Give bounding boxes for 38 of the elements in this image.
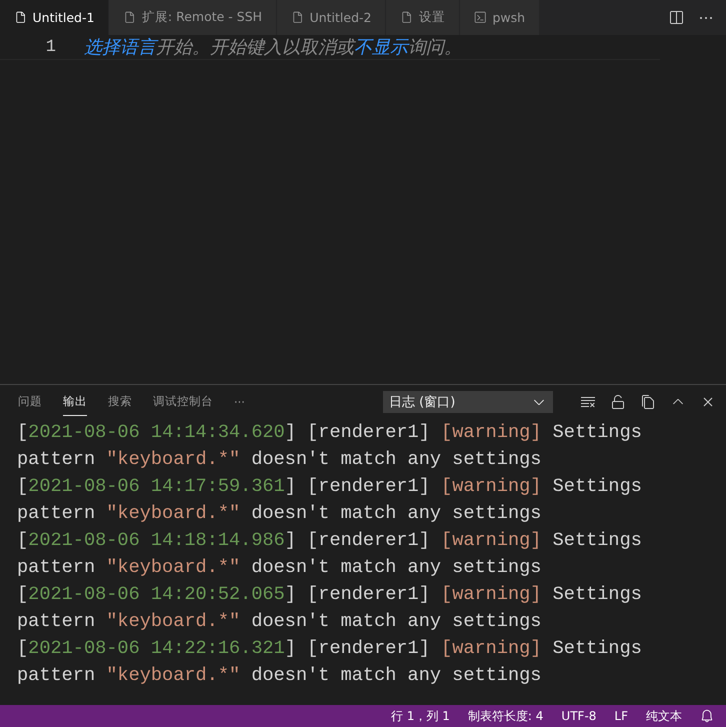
status-item[interactable]: UTF-8 <box>561 709 596 723</box>
open-log-icon[interactable] <box>640 394 656 410</box>
panel-tab[interactable]: 问题 <box>18 388 42 416</box>
log-line: pattern "keyboard.*" doesn't match any settings <box>17 610 542 634</box>
status-item[interactable]: 纯文本 <box>646 708 682 724</box>
file-icon <box>291 11 304 24</box>
log-line: pattern "keyboard.*" doesn't match any settings <box>17 502 542 526</box>
log-line: [2021-08-06 14:20:52.065] [renderer1] [warning] Settings <box>17 583 643 607</box>
channel-dropdown[interactable]: 日志 (窗口) <box>383 391 553 413</box>
log-line: pattern "keyboard.*" doesn't match any settings <box>17 664 542 688</box>
panel-tab[interactable]: 输出 <box>63 388 87 416</box>
line-number: 1 <box>44 38 57 56</box>
editor-tab[interactable]: 扩展: Remote - SSH <box>109 0 278 35</box>
log-line: [2021-08-06 14:18:14.986] [renderer1] [warning] Settings <box>17 529 643 553</box>
log-line: [2021-08-06 14:14:34.620] [renderer1] [warning] Settings <box>17 421 643 445</box>
clear-output-icon[interactable] <box>580 394 596 410</box>
file-icon <box>123 11 136 24</box>
lock-icon[interactable] <box>610 394 626 410</box>
status-item[interactable]: 行 1，列 1 <box>391 708 450 724</box>
status-item[interactable]: LF <box>614 709 628 723</box>
more-tabs-button[interactable]: ··· <box>234 388 245 416</box>
editor-tab[interactable]: Untitled-1 <box>0 0 110 35</box>
panel-tab[interactable]: 调试控制台 <box>153 388 213 416</box>
terminal-icon <box>474 11 486 24</box>
editor-tab[interactable]: 设置 <box>386 0 460 35</box>
status-item[interactable]: 制表符长度: 4 <box>468 708 544 724</box>
panel-tab[interactable]: 搜索 <box>108 388 132 416</box>
split-editor-icon[interactable] <box>668 10 684 26</box>
file-icon <box>14 11 26 24</box>
log-line: pattern "keyboard.*" doesn't match any settings <box>17 448 542 472</box>
log-line: [2021-08-06 14:17:59.361] [renderer1] [warning] Settings <box>17 475 643 499</box>
log-line: pattern "keyboard.*" doesn't match any settings <box>17 556 542 580</box>
editor-tab[interactable]: Untitled-2 <box>277 0 386 35</box>
file-icon <box>400 11 413 24</box>
log-line: [2021-08-06 14:22:16.321] [renderer1] [warning] Settings <box>17 637 643 661</box>
editor-hint: 选择语言开始。开始键入以取消或不显示询问。 <box>84 36 462 59</box>
editor-tab[interactable]: pwsh <box>460 0 540 35</box>
bell-icon[interactable] <box>700 709 714 723</box>
